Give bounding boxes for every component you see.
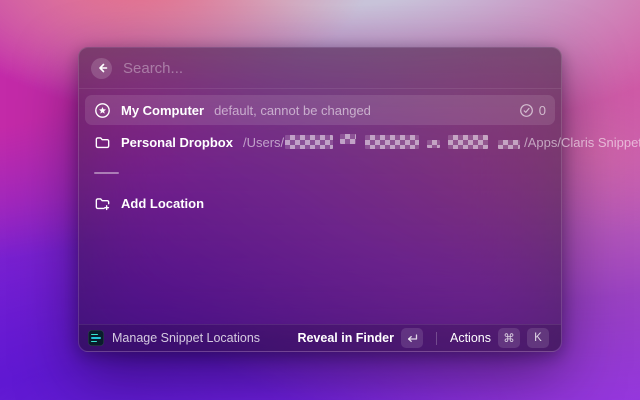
check-circle-icon bbox=[519, 103, 534, 118]
list-item-personal-dropbox[interactable]: Personal Dropbox /Users/ /Apps/Claris Sn… bbox=[85, 127, 640, 157]
list-item-add-location[interactable]: Add Location bbox=[85, 188, 555, 218]
redacted-path-segment bbox=[427, 140, 441, 148]
redacted-path-segment bbox=[365, 135, 420, 149]
redacted-path-segment bbox=[448, 135, 489, 149]
snippet-count: 0 bbox=[538, 102, 546, 118]
back-arrow-icon bbox=[96, 62, 108, 74]
search-bar bbox=[79, 48, 561, 89]
location-subtitle: default, cannot be changed bbox=[214, 102, 371, 118]
command-title: Manage Snippet Locations bbox=[112, 331, 261, 345]
actions-button[interactable]: Actions ⌘ K bbox=[447, 326, 552, 350]
footer-actions: Reveal in Finder Actions ⌘ K bbox=[294, 326, 552, 350]
return-key-icon bbox=[401, 328, 423, 348]
raycast-window: My Computer default, cannot be changed 0 bbox=[78, 47, 640, 352]
back-button[interactable] bbox=[91, 57, 112, 79]
extension-icon bbox=[88, 330, 104, 346]
reveal-in-finder-button[interactable]: Reveal in Finder bbox=[294, 326, 426, 350]
footer-divider bbox=[436, 331, 437, 345]
location-path: /Users/ /Apps/Claris Snippets/ bbox=[242, 134, 640, 150]
secondary-action-label: Actions bbox=[450, 331, 491, 345]
redacted-path-segment bbox=[498, 139, 521, 149]
snippet-count-badge: 0 bbox=[519, 103, 546, 118]
path-prefix: /Users/ bbox=[242, 134, 285, 150]
path-suffix: /Apps/Claris Snippets/ bbox=[524, 134, 640, 150]
section-divider bbox=[94, 172, 119, 174]
command-key-icon: ⌘ bbox=[498, 328, 520, 348]
search-input[interactable] bbox=[123, 59, 549, 77]
list-item-my-computer[interactable]: My Computer default, cannot be changed 0 bbox=[85, 95, 555, 125]
star-circle-icon bbox=[94, 102, 111, 119]
footer-bar: Manage Snippet Locations Reveal in Finde… bbox=[79, 324, 561, 351]
folder-plus-icon bbox=[94, 195, 111, 212]
primary-action-label: Reveal in Finder bbox=[297, 331, 394, 345]
folder-icon bbox=[94, 134, 111, 151]
redacted-path-segment bbox=[285, 135, 334, 149]
location-title: My Computer bbox=[121, 102, 205, 118]
command-label: Add Location bbox=[121, 195, 205, 211]
k-key: K bbox=[527, 328, 549, 348]
location-title: Personal Dropbox bbox=[121, 134, 233, 150]
redacted-path-segment bbox=[340, 134, 357, 144]
locations-list: My Computer default, cannot be changed 0 bbox=[79, 89, 640, 324]
